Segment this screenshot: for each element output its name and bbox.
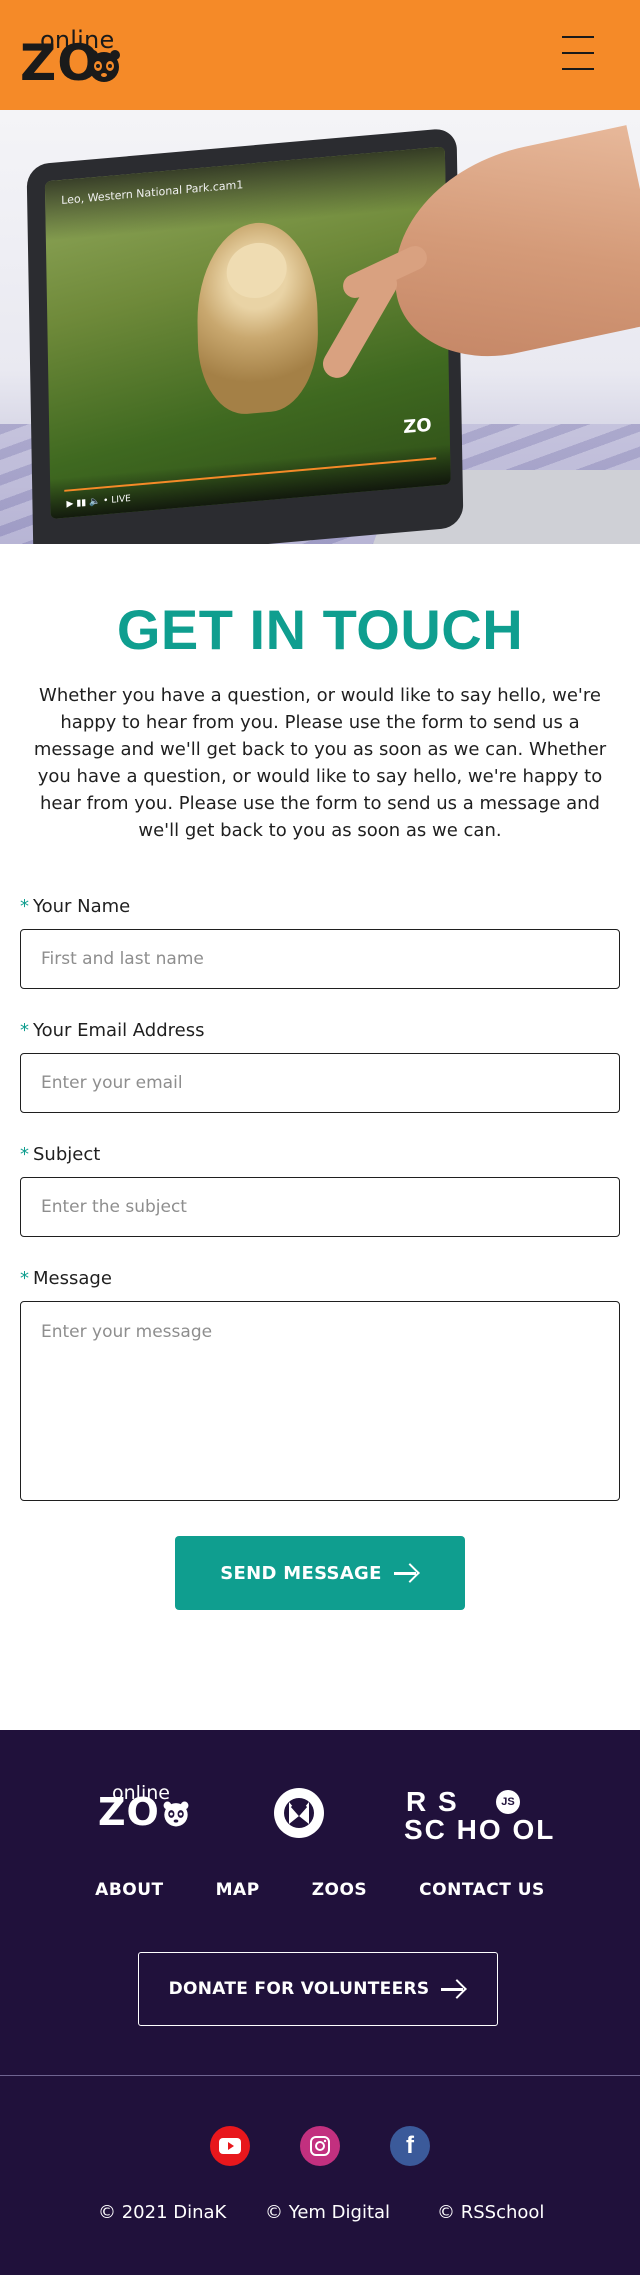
email-label: * Your Email Address	[20, 1020, 620, 1041]
contact-section: GET IN TOUCH Whether you have a question…	[0, 544, 640, 1610]
subject-field-group: * Subject	[20, 1144, 620, 1237]
social-links: f	[0, 2126, 640, 2166]
send-message-label: SEND MESSAGE	[220, 1562, 382, 1584]
copyright-rsschool[interactable]: © RSSchool	[437, 2202, 544, 2223]
name-label-text: Your Name	[33, 896, 131, 917]
message-textarea[interactable]	[20, 1301, 620, 1501]
message-label-text: Message	[33, 1268, 112, 1289]
footer-online-zoo-logo[interactable]: online ZO	[98, 1782, 198, 1837]
page-title: GET IN TOUCH	[116, 598, 524, 661]
email-label-text: Your Email Address	[33, 1020, 205, 1041]
video-controls	[50, 444, 451, 519]
cheetah-image	[195, 217, 320, 419]
facebook-f-glyph: f	[406, 2132, 414, 2159]
arrow-right-icon	[441, 1979, 467, 1999]
email-input[interactable]	[20, 1053, 620, 1113]
site-footer: online ZO R S SC HO OL JS ABOUT MAP ZOOS…	[0, 1730, 640, 2275]
rs-school-logo[interactable]: R S SC HO OL JS	[404, 1788, 555, 1844]
panda-icon	[163, 1801, 189, 1827]
required-mark: *	[20, 1268, 29, 1289]
message-label: * Message	[20, 1268, 620, 1289]
footer-divider	[0, 2075, 640, 2076]
screen-zoo-logo: ZO	[403, 414, 432, 439]
partner-logos: online ZO R S SC HO OL JS	[0, 1782, 640, 1844]
name-field-group: * Your Name	[20, 896, 620, 989]
online-zoo-logo[interactable]: online ZO	[20, 26, 120, 88]
required-mark: *	[20, 1020, 29, 1041]
site-header: online ZO	[0, 0, 640, 110]
yem-digital-logo-icon[interactable]	[274, 1788, 324, 1838]
subject-label-text: Subject	[33, 1144, 101, 1165]
rs-logo-line2: SC HO OL	[404, 1814, 556, 1845]
copyright-dinak[interactable]: © 2021 DinaK	[98, 2202, 226, 2223]
contact-intro-text: Whether you have a question, or would li…	[33, 685, 607, 841]
subject-label: * Subject	[20, 1144, 620, 1165]
hamburger-menu-icon[interactable]	[562, 36, 594, 70]
donate-label: DONATE FOR VOLUNTEERS	[168, 1979, 430, 1999]
email-field-group: * Your Email Address	[20, 1020, 620, 1113]
instagram-glyph-icon	[310, 2136, 330, 2156]
panda-icon	[88, 50, 120, 82]
youtube-icon[interactable]	[210, 2126, 250, 2166]
laptop-illustration: Leo, Western National Park.cam1 ZO ▶ ▮▮ …	[26, 127, 464, 544]
subject-input[interactable]	[20, 1177, 620, 1237]
js-badge-icon: JS	[496, 1790, 520, 1814]
live-label: LIVE	[111, 494, 131, 506]
burger-line	[562, 52, 594, 54]
burger-line	[562, 36, 594, 38]
copyright-yem-digital[interactable]: © Yem Digital	[265, 2202, 390, 2223]
send-wrapper: SEND MESSAGE	[20, 1536, 620, 1610]
footer-logo-big-text: ZO	[98, 1790, 160, 1834]
message-field-group: * Message	[20, 1268, 620, 1505]
donate-button[interactable]: DONATE FOR VOLUNTEERS	[138, 1952, 498, 2026]
instagram-icon[interactable]	[300, 2126, 340, 2166]
rs-logo-line1: R S	[406, 1786, 459, 1817]
contact-form: *Your Name *Your Email Address *Subject …	[20, 896, 620, 1610]
arrow-right-icon	[393, 1563, 420, 1583]
youtube-play-icon	[219, 2138, 241, 2154]
laptop-screen: Leo, Western National Park.cam1 ZO ▶ ▮▮ …	[44, 146, 451, 519]
footer-nav-zoos[interactable]: ZOOS	[312, 1880, 367, 1900]
hero-image: Leo, Western National Park.cam1 ZO ▶ ▮▮ …	[0, 110, 640, 544]
burger-line	[562, 68, 594, 70]
footer-nav: ABOUT MAP ZOOS CONTACT US	[0, 1880, 640, 1900]
facebook-icon[interactable]: f	[390, 2126, 430, 2166]
name-input[interactable]	[20, 929, 620, 989]
required-mark: *	[20, 896, 29, 917]
name-label: * Your Name	[20, 896, 620, 917]
footer-nav-map[interactable]: MAP	[216, 1880, 260, 1900]
required-mark: *	[20, 1144, 29, 1165]
footer-nav-contact-us[interactable]: CONTACT US	[419, 1880, 545, 1900]
send-message-button[interactable]: SEND MESSAGE	[175, 1536, 465, 1610]
footer-nav-about[interactable]: ABOUT	[95, 1880, 163, 1900]
